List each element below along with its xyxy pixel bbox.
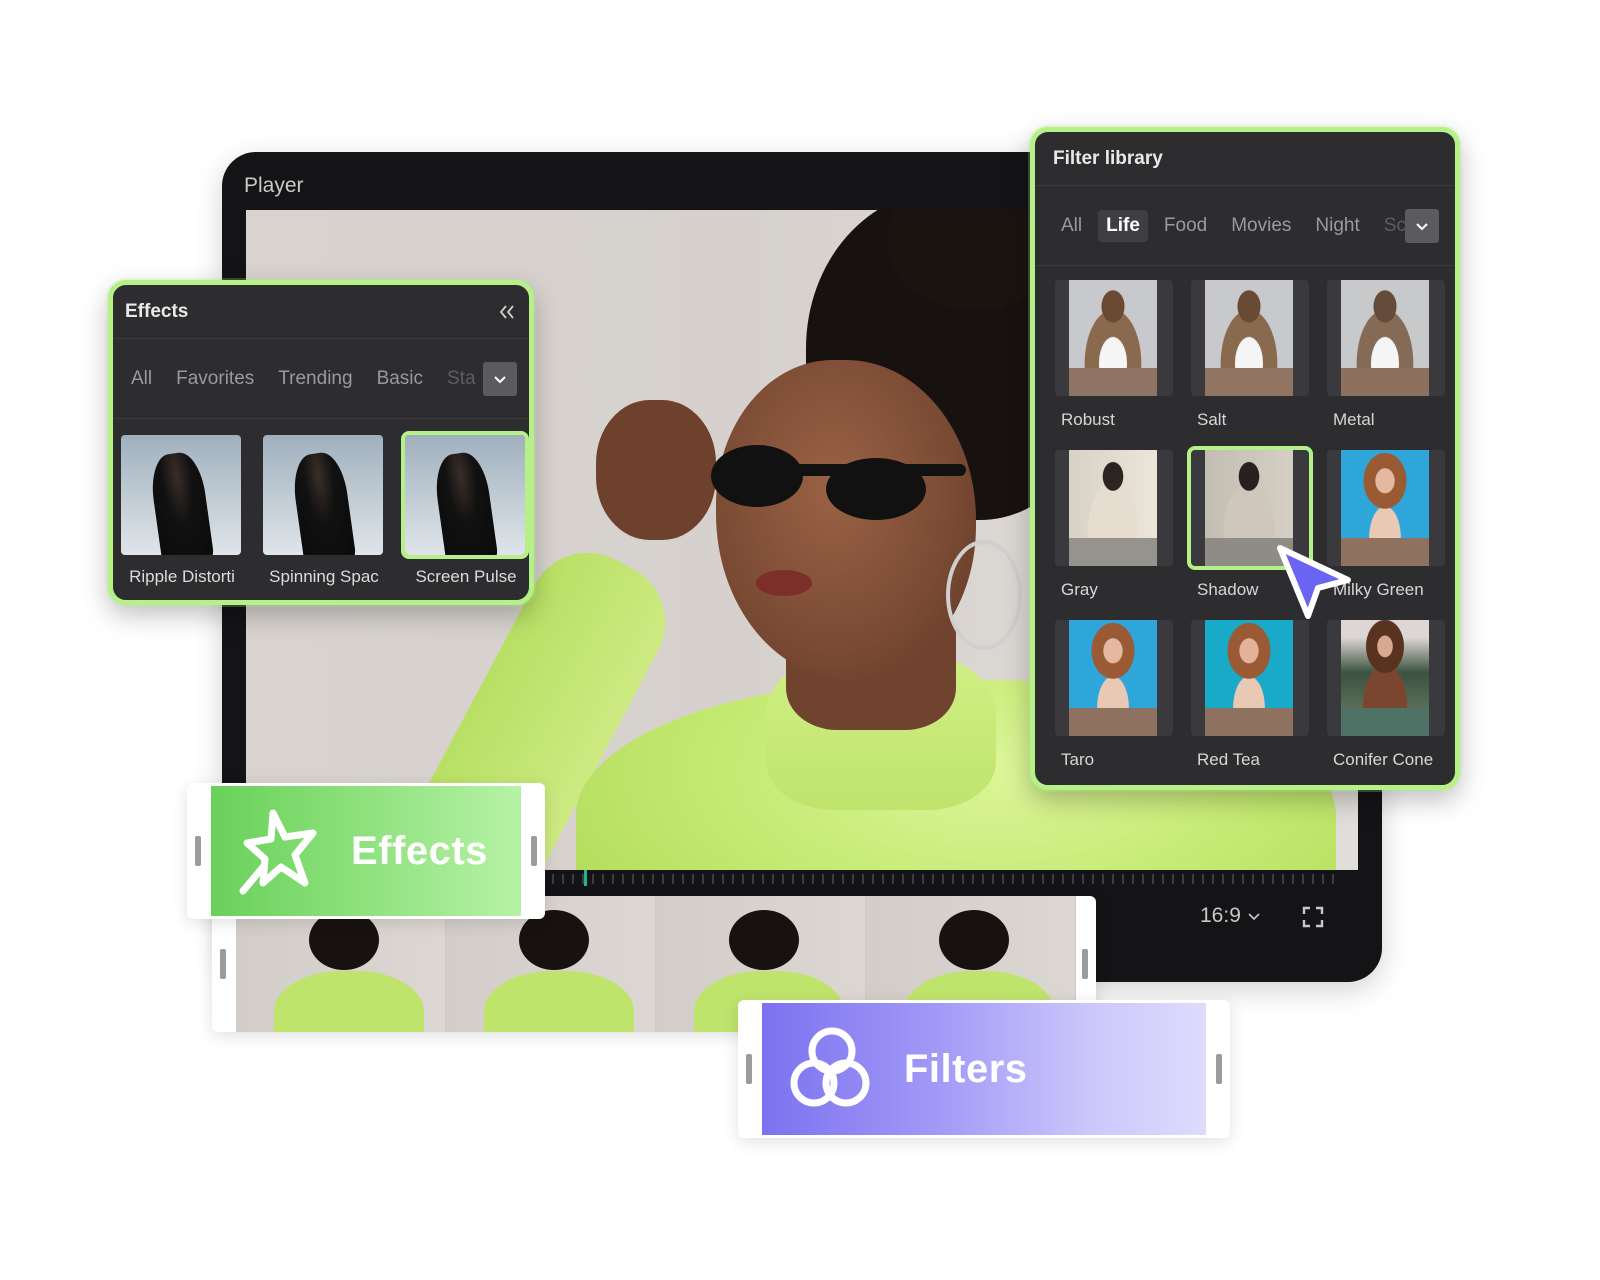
filter-item-conifer-cone[interactable]: Conifer Cone	[1327, 620, 1445, 790]
tab-life[interactable]: Life	[1098, 209, 1148, 242]
filter-label: Milky Green	[1333, 580, 1424, 599]
fullscreen-icon[interactable]	[1302, 906, 1324, 928]
tab-trending[interactable]: Trending	[270, 363, 360, 395]
effect-label: Screen Pulse	[415, 567, 517, 586]
filter-item-gray[interactable]: Gray	[1055, 450, 1173, 620]
filter-label: Robust	[1061, 410, 1115, 429]
aspect-ratio-dropdown[interactable]: 16:9	[1200, 904, 1261, 928]
effect-thumbnail	[263, 435, 383, 555]
player-title: Player	[244, 174, 304, 197]
filter-thumbnail	[1187, 446, 1313, 570]
effects-clip-body: Effects	[211, 786, 521, 916]
effect-thumbnail	[401, 431, 529, 559]
filter-thumbnail	[1327, 280, 1445, 396]
effect-label: Ripple Distorti	[129, 567, 235, 586]
filter-item-red-tea[interactable]: Red Tea	[1191, 620, 1309, 790]
effects-panel: Effects All Favorites Trending Basic Sta…	[108, 280, 534, 605]
filter-thumbnail	[1327, 620, 1445, 736]
filter-thumbnail	[1327, 450, 1445, 566]
filter-label: Taro	[1061, 750, 1095, 769]
filter-label: Gray	[1061, 580, 1098, 599]
tab-all[interactable]: All	[123, 363, 160, 395]
filter-item-milky-green[interactable]: Milky Green	[1327, 450, 1445, 620]
tab-food[interactable]: Food	[1156, 210, 1215, 242]
filter-item-shadow[interactable]: Shadow	[1187, 446, 1313, 620]
effects-clip-label: Effects	[351, 828, 488, 873]
filter-category-tabs: All Life Food Movies Night Sc	[1035, 186, 1455, 266]
filter-thumbnail	[1191, 620, 1309, 736]
clip-trim-handle-right[interactable]	[1082, 949, 1088, 979]
filter-panel-header: Filter library	[1035, 132, 1455, 186]
hoop-earring	[946, 540, 1022, 650]
filter-item-salt[interactable]: Salt	[1191, 280, 1309, 450]
filter-label: Salt	[1197, 410, 1227, 429]
effect-item-ripple-distortion[interactable]: Ripple Distorti	[121, 435, 243, 587]
tab-night[interactable]: Night	[1307, 210, 1367, 242]
chevron-down-icon	[1248, 913, 1260, 921]
sunglasses-lens-left	[711, 445, 803, 507]
effect-item-spinning-space[interactable]: Spinning Spac	[263, 435, 385, 587]
filters-clip-label: Filters	[904, 1046, 1028, 1091]
filter-thumbnail	[1055, 620, 1173, 736]
timeline-ruler[interactable]	[552, 874, 1342, 884]
chevron-down-icon	[494, 376, 506, 384]
filter-label: Shadow	[1197, 580, 1259, 599]
clip-trim-handle-left[interactable]	[220, 949, 226, 979]
model-hand	[596, 400, 716, 540]
more-tabs-button[interactable]	[483, 362, 517, 396]
clip-trim-handle-left[interactable]	[195, 836, 201, 866]
filter-thumbnail	[1055, 280, 1173, 396]
filters-clip[interactable]: Filters	[738, 1000, 1230, 1138]
sparkle-star-icon	[239, 809, 317, 895]
more-tabs-button[interactable]	[1405, 209, 1439, 243]
filter-item-robust[interactable]: Robust	[1055, 280, 1173, 450]
filter-item-metal[interactable]: Metal	[1327, 280, 1445, 450]
filters-circles-icon	[790, 1027, 870, 1107]
effect-thumbnail	[121, 435, 241, 555]
aspect-ratio-value: 16:9	[1200, 904, 1241, 927]
tab-sta[interactable]: Sta	[439, 363, 484, 395]
double-chevron-left-icon[interactable]	[497, 303, 517, 321]
playhead[interactable]	[584, 870, 587, 886]
tab-basic[interactable]: Basic	[369, 363, 431, 395]
effects-panel-title: Effects	[125, 300, 189, 322]
effects-grid: Ripple Distorti Spinning Spac Screen Pul…	[113, 419, 529, 587]
filter-thumbnail	[1055, 450, 1173, 566]
filter-thumbnail	[1191, 280, 1309, 396]
effect-label: Spinning Spac	[269, 567, 379, 586]
effects-category-tabs: All Favorites Trending Basic Sta	[113, 339, 529, 419]
effects-panel-header: Effects	[113, 285, 529, 339]
effects-clip[interactable]: Effects	[187, 783, 545, 919]
filter-library-panel: Filter library All Life Food Movies Nigh…	[1030, 127, 1460, 790]
clip-trim-handle-right[interactable]	[1216, 1054, 1222, 1084]
filter-label: Red Tea	[1197, 750, 1261, 769]
model-face	[716, 360, 976, 680]
filter-grid: Robust Salt Metal Gray Shadow Milky Gree…	[1035, 266, 1455, 790]
filter-item-taro[interactable]: Taro	[1055, 620, 1173, 790]
effect-item-screen-pulse[interactable]: Screen Pulse	[401, 431, 529, 587]
filter-label: Metal	[1333, 410, 1375, 429]
sunglasses-lens-right	[826, 458, 926, 520]
clip-trim-handle-right[interactable]	[531, 836, 537, 866]
tab-favorites[interactable]: Favorites	[168, 363, 262, 395]
model-lips	[756, 570, 812, 596]
clip-trim-handle-left[interactable]	[746, 1054, 752, 1084]
filters-clip-body: Filters	[762, 1003, 1206, 1135]
tab-all[interactable]: All	[1053, 210, 1090, 242]
tab-movies[interactable]: Movies	[1223, 210, 1299, 242]
chevron-down-icon	[1416, 223, 1428, 231]
filter-panel-title: Filter library	[1053, 147, 1163, 169]
filter-label: Conifer Cone	[1333, 750, 1434, 769]
